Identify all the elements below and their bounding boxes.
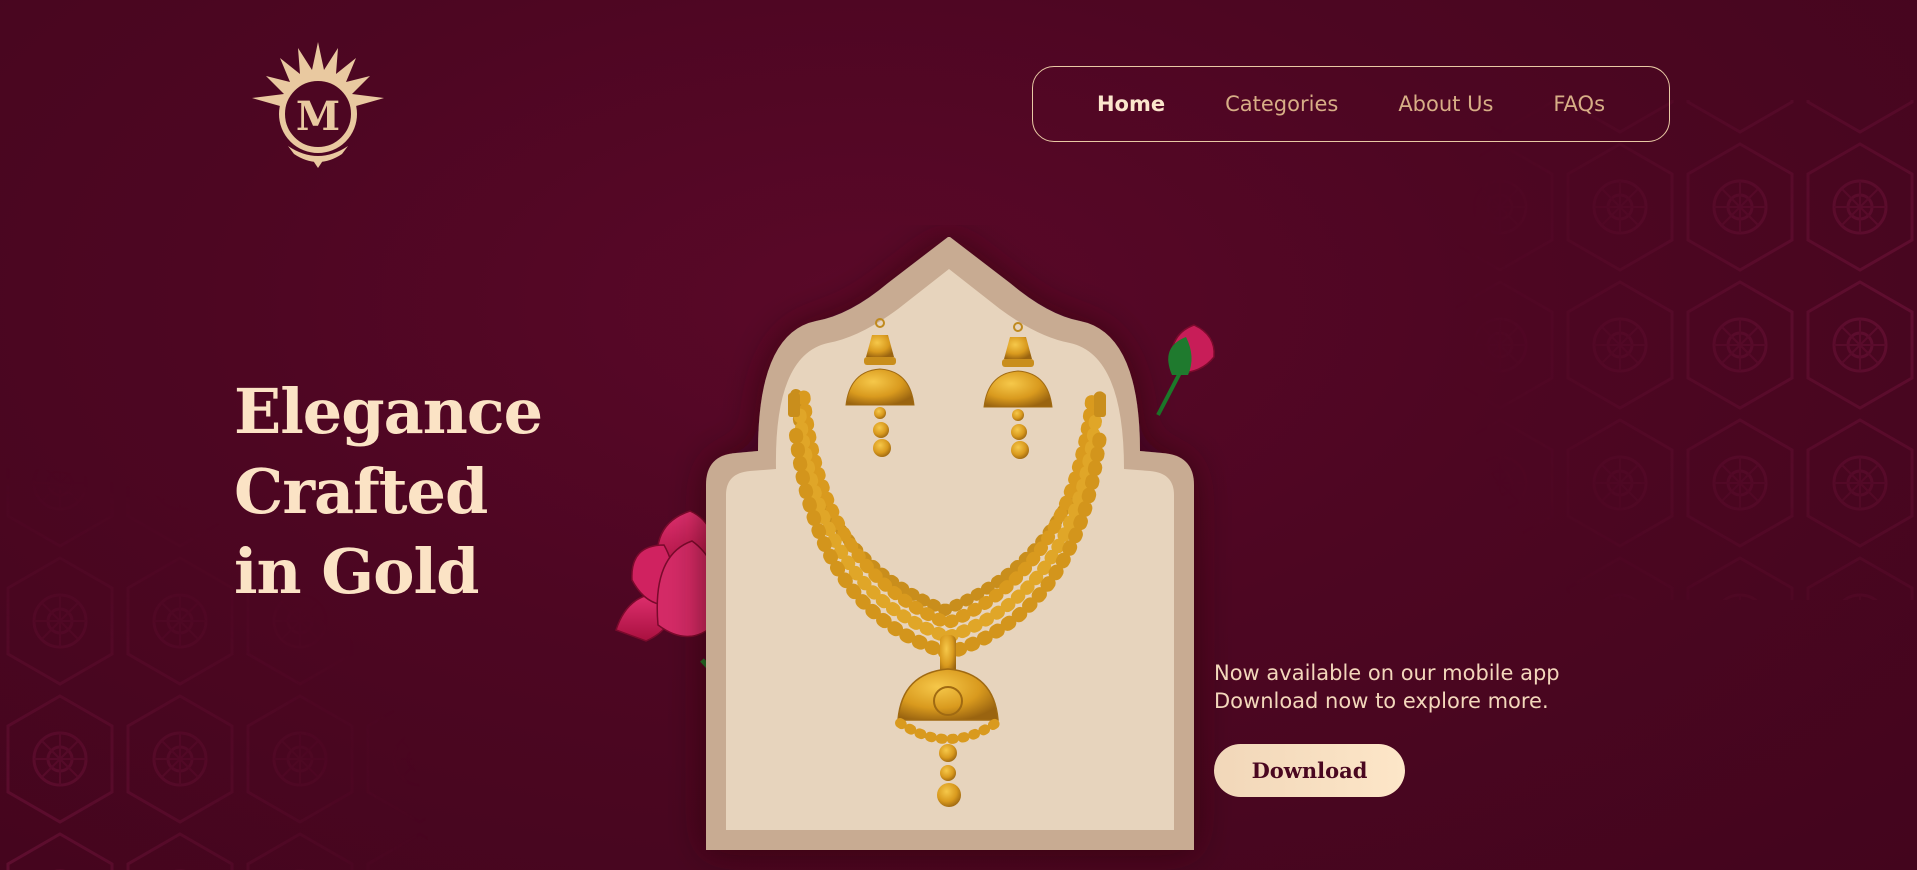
- nav-categories[interactable]: Categories: [1225, 92, 1338, 116]
- svg-text:M: M: [296, 93, 340, 140]
- nav-home[interactable]: Home: [1097, 92, 1165, 116]
- promo-line-1: Now available on our mobile app: [1214, 661, 1560, 685]
- promo-line-2: Download now to explore more.: [1214, 689, 1549, 713]
- lotus-bud-right-icon: [1156, 324, 1215, 416]
- brand-logo-icon[interactable]: M: [248, 40, 388, 170]
- download-button[interactable]: Download: [1214, 744, 1405, 797]
- app-promo-text: Now available on our mobile app Download…: [1214, 659, 1634, 715]
- jewelry-showcase-image: [615, 237, 1215, 850]
- nav-faqs[interactable]: FAQs: [1553, 92, 1605, 116]
- main-nav: Home Categories About Us FAQs: [1032, 66, 1670, 142]
- nav-about-us[interactable]: About Us: [1398, 92, 1493, 116]
